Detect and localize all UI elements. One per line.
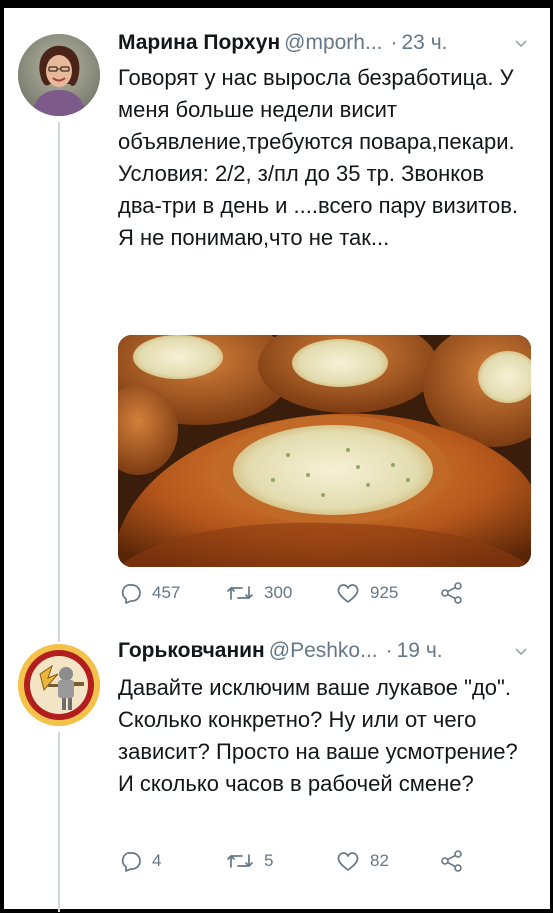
retweet-button[interactable]: 300 [226, 582, 292, 604]
like-button[interactable]: 82 [336, 850, 389, 872]
tweet-header: Горьковчанин @Peshko... · 19 ч. [118, 636, 538, 668]
author-handle[interactable]: @mporh... [284, 31, 382, 54]
retweet-button[interactable]: 5 [226, 850, 273, 872]
retweet-count: 300 [264, 583, 293, 602]
tweet-time[interactable]: 23 ч. [402, 31, 448, 54]
chevron-down-icon[interactable] [514, 30, 528, 60]
retweet-icon [226, 850, 254, 872]
thread-line [58, 732, 60, 912]
tweet-time[interactable]: 19 ч. [397, 639, 443, 662]
tweet-header: Марина Порхун @mporh... · 23 ч. [118, 28, 538, 60]
like-count: 82 [370, 851, 389, 870]
screen-frame-left [0, 0, 4, 913]
retweet-count: 5 [264, 851, 274, 870]
screen-frame-bottom [0, 909, 553, 913]
thread-line [58, 122, 60, 642]
tweet-text: Давайте исключим ваше лукавое "до". Скол… [118, 675, 518, 796]
avatar[interactable] [18, 644, 100, 726]
tweet-text: Говорят у нас выросла безработица. У мен… [118, 65, 519, 250]
reply-button[interactable]: 457 [118, 582, 180, 604]
share-button[interactable] [440, 850, 464, 872]
reply-icon [118, 850, 142, 872]
avatar[interactable] [18, 34, 100, 116]
chevron-down-icon[interactable] [514, 638, 528, 668]
tweet-actions: 4 5 82 [118, 850, 518, 880]
reply-button[interactable]: 4 [118, 850, 161, 872]
retweet-icon [226, 582, 254, 604]
author-name[interactable]: Горьковчанин [118, 639, 265, 662]
like-icon [336, 850, 360, 872]
like-icon [336, 582, 360, 604]
like-count: 925 [370, 583, 399, 602]
reply-count: 4 [152, 851, 162, 870]
screen-frame-top [0, 0, 553, 8]
share-icon [440, 582, 464, 604]
tweet-actions: 457 300 925 [118, 582, 518, 612]
separator-dot: · [390, 31, 398, 54]
author-handle[interactable]: @Peshko... [269, 639, 378, 662]
share-button[interactable] [440, 582, 464, 604]
separator-dot: · [385, 639, 393, 662]
share-icon [440, 850, 464, 872]
like-button[interactable]: 925 [336, 582, 398, 604]
tweet-photo[interactable] [118, 335, 531, 567]
author-name[interactable]: Марина Порхун [118, 31, 280, 54]
reply-icon [118, 582, 142, 604]
reply-count: 457 [152, 583, 181, 602]
